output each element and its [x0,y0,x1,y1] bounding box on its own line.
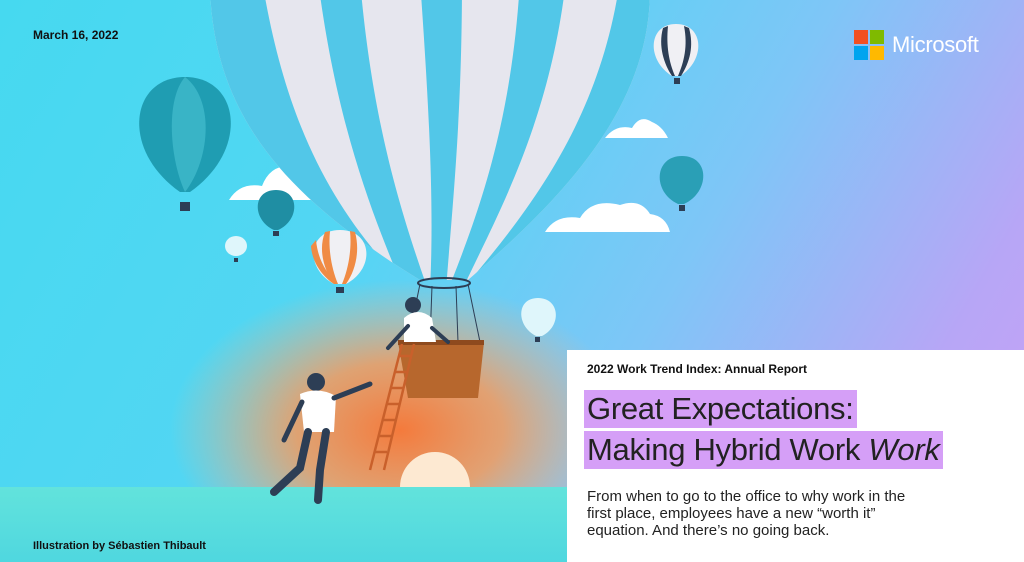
basket [398,342,484,398]
navy-striped-balloon [653,24,699,84]
pale-balloon-left [225,236,247,262]
report-title-line-2: Making Hybrid Work Work [584,431,943,469]
report-kicker: 2022 Work Trend Index: Annual Report [587,362,808,376]
teal-balloon-small [257,190,295,236]
teal-balloon-right [659,156,704,211]
publication-date: March 16, 2022 [33,28,119,42]
report-card: 2022 Work Trend Index: Annual Report Gre… [567,350,1024,562]
title-emphasis: Work [868,432,940,467]
report-cover: March 16, 2022 Microsoft 2022 Work Trend… [0,0,1024,562]
illustration-credit: Illustration by Sébastien Thibault [33,540,206,552]
report-title-line-1: Great Expectations: [584,390,857,428]
big-balloon [210,0,650,280]
report-summary: From when to go to the office to why wor… [587,488,906,539]
microsoft-logo: Microsoft [854,30,979,60]
teal-balloon-large [139,77,231,211]
brand-name: Microsoft [892,32,979,57]
microsoft-logo-icon [854,30,884,60]
